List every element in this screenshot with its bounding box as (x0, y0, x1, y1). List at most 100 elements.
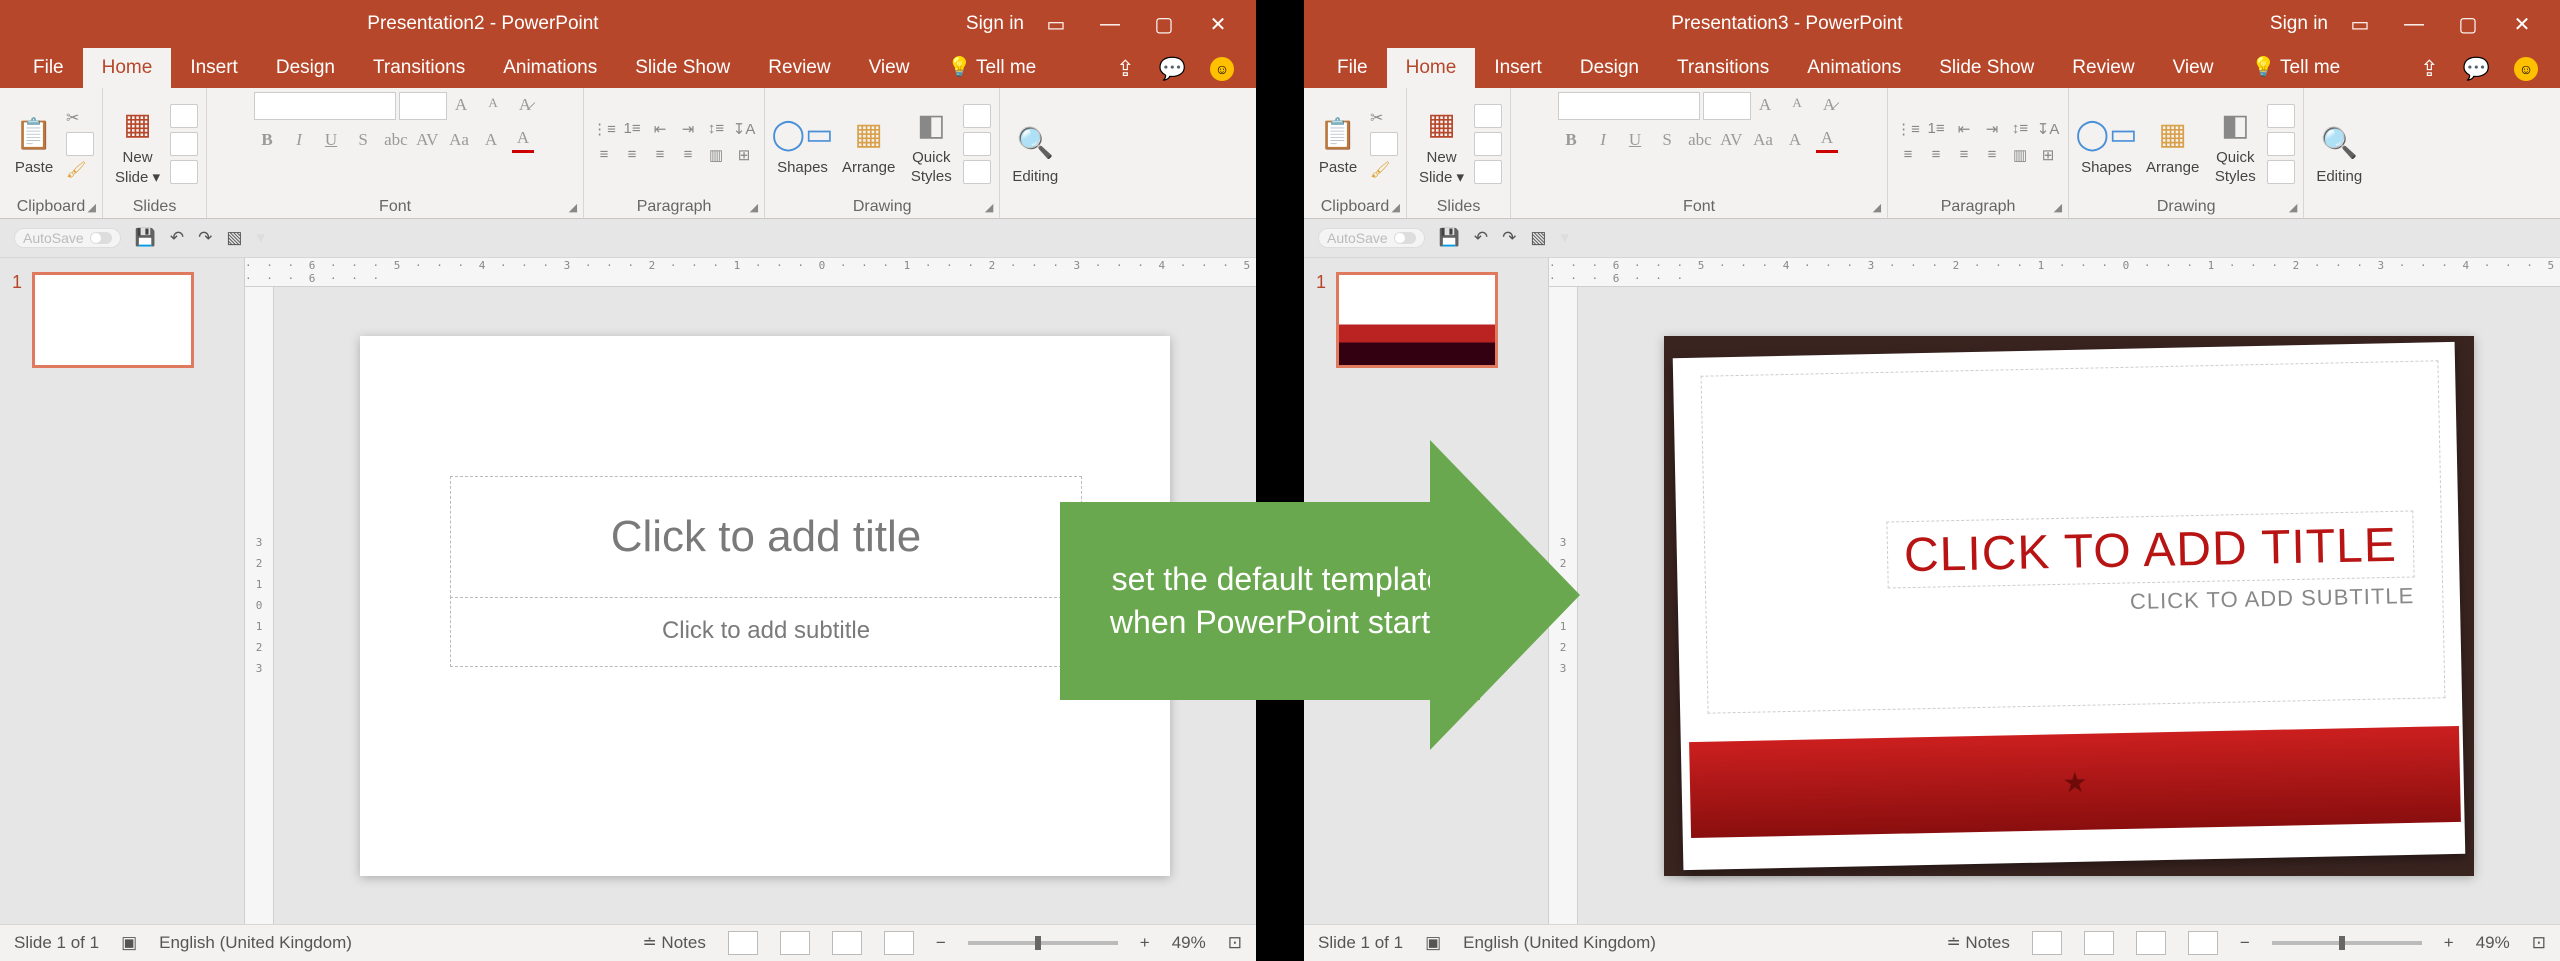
title-placeholder[interactable]: CLICK TO ADD TITLE (1887, 510, 2415, 588)
font-size-combobox[interactable] (1703, 92, 1751, 120)
subtitle-placeholder[interactable]: Click to add subtitle (450, 596, 1082, 667)
grow-font-icon[interactable]: A (1754, 95, 1776, 117)
qat-customize-icon[interactable]: ▾ (256, 228, 265, 248)
arrange-button[interactable]: ▦Arrange (838, 111, 899, 178)
inc-indent-icon[interactable]: ⇥ (676, 120, 700, 142)
normal-view-icon[interactable] (728, 931, 758, 955)
zoom-in-button[interactable]: + (1140, 933, 1150, 953)
paste-button[interactable]: 📋 Paste (1312, 111, 1364, 178)
zoom-level[interactable]: 49% (1172, 933, 1206, 953)
fit-to-window-icon[interactable]: ⊡ (1228, 933, 1242, 953)
align-right-icon[interactable]: ≡ (648, 146, 672, 168)
close-icon[interactable]: ✕ (1208, 15, 1228, 33)
tab-design[interactable]: Design (1561, 48, 1658, 88)
shrink-font-icon[interactable]: A (482, 95, 504, 117)
section-icon[interactable] (1474, 160, 1502, 184)
tab-file[interactable]: File (14, 48, 83, 88)
shadow-icon[interactable]: S (1656, 130, 1678, 152)
tab-slideshow[interactable]: Slide Show (1920, 48, 2053, 88)
font-highlight-icon[interactable]: A (480, 130, 502, 152)
maximize-icon[interactable]: ▢ (1154, 15, 1174, 33)
justify-icon[interactable]: ≡ (676, 146, 700, 168)
quick-styles-button[interactable]: ◧QuickStyles (905, 101, 957, 187)
undo-icon[interactable]: ↶ (1474, 228, 1488, 248)
align-right-icon[interactable]: ≡ (1952, 146, 1976, 168)
redo-icon[interactable]: ↷ (1502, 228, 1516, 248)
shape-outline-icon[interactable] (2267, 132, 2295, 156)
tab-home[interactable]: Home (83, 48, 172, 88)
shape-fill-icon[interactable] (963, 104, 991, 128)
format-painter-icon[interactable]: 🖌 (66, 160, 94, 180)
shape-outline-icon[interactable] (963, 132, 991, 156)
font-size-combobox[interactable] (399, 92, 447, 120)
minimize-icon[interactable]: ― (1100, 15, 1120, 33)
dialog-launcher-icon[interactable]: ◢ (88, 201, 96, 214)
slide-1[interactable]: CLICK TO ADD TITLE CLICK TO ADD SUBTITLE (1664, 336, 2474, 876)
comments-icon[interactable]: 💬 (1159, 56, 1186, 82)
editing-button[interactable]: 🔍Editing (2312, 120, 2366, 187)
shape-effects-icon[interactable] (2267, 160, 2295, 184)
align-center-icon[interactable]: ≡ (1924, 146, 1948, 168)
zoom-slider[interactable] (968, 941, 1118, 945)
ribbon-display-options-icon[interactable]: ▭ (2350, 15, 2370, 33)
slide-thumbnail-1[interactable]: 1 (12, 272, 232, 368)
tab-review[interactable]: Review (2053, 48, 2153, 88)
sign-in-link[interactable]: Sign in (966, 13, 1046, 35)
dialog-launcher-icon[interactable]: ◢ (1873, 201, 1881, 214)
dialog-launcher-icon[interactable]: ◢ (2054, 201, 2062, 214)
shrink-font-icon[interactable]: A (1786, 95, 1808, 117)
text-direction-icon[interactable]: ↧A (732, 120, 756, 142)
align-left-icon[interactable]: ≡ (592, 146, 616, 168)
numbering-icon[interactable]: 1≡ (1924, 120, 1948, 142)
inc-indent-icon[interactable]: ⇥ (1980, 120, 2004, 142)
subtitle-placeholder[interactable]: CLICK TO ADD SUBTITLE (2129, 583, 2414, 615)
shapes-button[interactable]: ◯▭Shapes (773, 111, 832, 178)
save-icon[interactable]: 💾 (1439, 228, 1460, 248)
minimize-icon[interactable]: ― (2404, 15, 2424, 33)
tab-animations[interactable]: Animations (484, 48, 616, 88)
dec-indent-icon[interactable]: ⇤ (1952, 120, 1976, 142)
spellcheck-icon[interactable]: ▣ (1425, 933, 1441, 953)
normal-view-icon[interactable] (2032, 931, 2062, 955)
underline-icon[interactable]: U (320, 130, 342, 152)
editing-button[interactable]: 🔍Editing (1008, 120, 1062, 187)
bullets-icon[interactable]: ⋮≡ (1896, 120, 1920, 142)
arrange-button[interactable]: ▦Arrange (2142, 111, 2203, 178)
cut-icon[interactable]: ✂ (66, 108, 94, 128)
fit-to-window-icon[interactable]: ⊡ (2532, 933, 2546, 953)
tab-tellme[interactable]: 💡 Tell me (2232, 46, 2359, 88)
smartart-icon[interactable]: ⊞ (732, 146, 756, 168)
dialog-launcher-icon[interactable]: ◢ (750, 201, 758, 214)
shapes-button[interactable]: ◯▭Shapes (2077, 111, 2136, 178)
slideshow-view-icon[interactable] (884, 931, 914, 955)
change-case-icon[interactable]: Aa (448, 130, 470, 152)
reset-icon[interactable] (170, 132, 198, 156)
line-spacing-icon[interactable]: ↕≡ (704, 120, 728, 142)
bullets-icon[interactable]: ⋮≡ (592, 120, 616, 142)
autosave-toggle[interactable]: AutoSave (1318, 228, 1425, 248)
new-slide-button[interactable]: ▦ New Slide ▾ (1415, 101, 1468, 188)
align-left-icon[interactable]: ≡ (1896, 146, 1920, 168)
columns-icon[interactable]: ▥ (704, 146, 728, 168)
notes-button[interactable]: ≐ Notes (642, 933, 705, 953)
slideshow-start-icon[interactable]: ▧ (1530, 228, 1546, 248)
underline-icon[interactable]: U (1624, 130, 1646, 152)
comments-icon[interactable]: 💬 (2463, 56, 2490, 82)
slide-thumbnail-1[interactable]: 1 (1316, 272, 1536, 368)
maximize-icon[interactable]: ▢ (2458, 15, 2478, 33)
reset-icon[interactable] (1474, 132, 1502, 156)
new-slide-button[interactable]: ▦ New Slide ▾ (111, 101, 164, 188)
strike-icon[interactable]: abc (384, 130, 406, 152)
reading-view-icon[interactable] (2136, 931, 2166, 955)
slideshow-start-icon[interactable]: ▧ (226, 228, 242, 248)
ribbon-display-options-icon[interactable]: ▭ (1046, 15, 1066, 33)
tab-insert[interactable]: Insert (171, 48, 257, 88)
save-icon[interactable]: 💾 (135, 228, 156, 248)
text-direction-icon[interactable]: ↧A (2036, 120, 2060, 142)
format-painter-icon[interactable]: 🖌 (1370, 160, 1398, 180)
sorter-view-icon[interactable] (2084, 931, 2114, 955)
feedback-smiley-icon[interactable]: ☺ (2514, 57, 2538, 81)
columns-icon[interactable]: ▥ (2008, 146, 2032, 168)
align-center-icon[interactable]: ≡ (620, 146, 644, 168)
paste-button[interactable]: 📋 Paste (8, 111, 60, 178)
